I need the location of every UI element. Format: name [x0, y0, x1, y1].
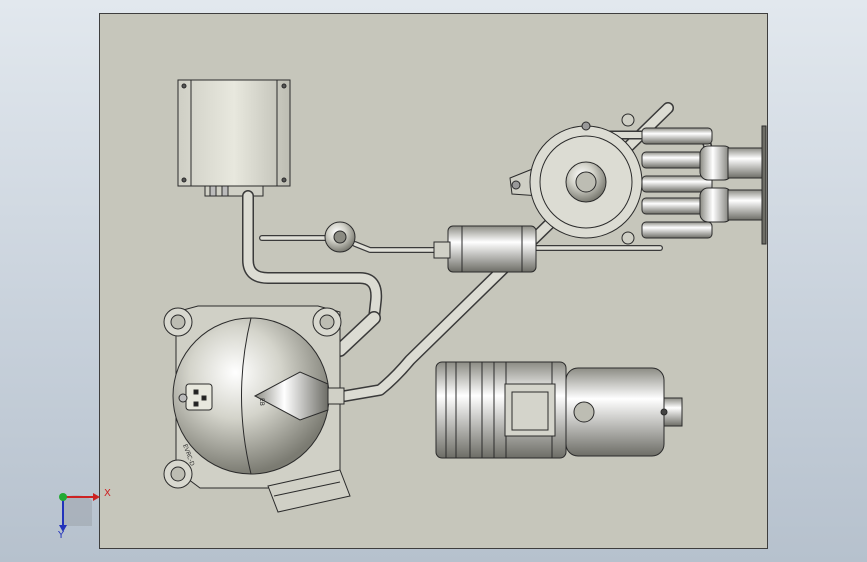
electric-motor[interactable] — [435, 361, 683, 459]
muffler[interactable] — [433, 225, 537, 273]
check-valve[interactable] — [324, 221, 356, 253]
electrical-box[interactable] — [177, 79, 291, 197]
y-axis-label: Y — [58, 530, 65, 541]
graphics-viewport[interactable]: EB EVRC-D X Y — [0, 0, 867, 562]
compressor[interactable]: EB EVRC-D — [163, 305, 351, 513]
compressor-mark: EB — [258, 398, 265, 406]
assembly-view[interactable]: EB EVRC-D — [0, 0, 867, 562]
x-axis-label: X — [104, 488, 111, 499]
